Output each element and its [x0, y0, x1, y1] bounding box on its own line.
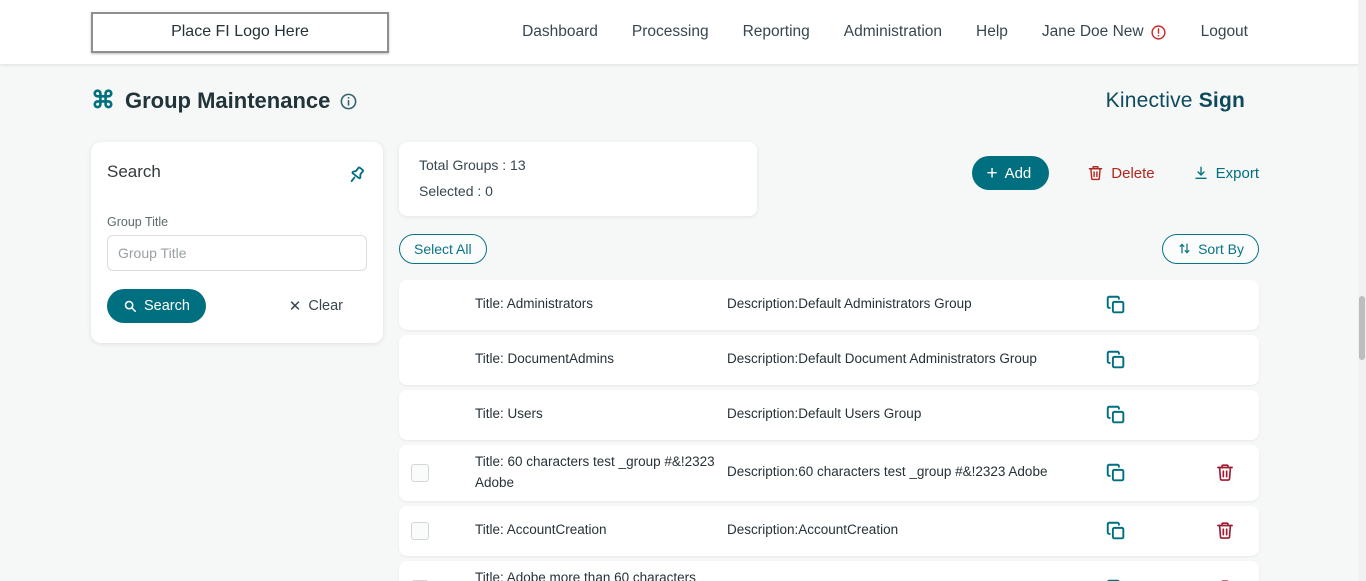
copy-icon[interactable] [1104, 462, 1128, 484]
group-title: Title: 60 characters test _group #&!2323… [475, 452, 727, 494]
nav-logout[interactable]: Logout [1201, 23, 1248, 41]
export-button-label: Export [1216, 165, 1259, 182]
row-checkbox[interactable] [411, 464, 429, 482]
copy-icon[interactable] [1104, 404, 1128, 426]
export-button[interactable]: Export [1193, 165, 1259, 182]
row-checkbox[interactable] [411, 522, 429, 540]
table-row: Title: Users Description:Default Users G… [399, 390, 1259, 440]
fi-logo-placeholder: Place FI Logo Here [91, 12, 389, 53]
select-all-button[interactable]: Select All [399, 234, 487, 264]
user-menu[interactable]: Jane Doe New [1042, 23, 1167, 41]
copy-icon[interactable] [1104, 349, 1128, 371]
copy-icon[interactable] [1104, 294, 1128, 316]
add-button[interactable]: + Add [972, 156, 1049, 190]
search-button[interactable]: Search [107, 289, 206, 323]
row-checkbox-cell [411, 522, 475, 540]
group-list: Title: Administrators Description:Defaul… [399, 280, 1259, 581]
delete-row-icon[interactable] [1213, 462, 1237, 483]
list-controls: Select All Sort By [399, 234, 1259, 264]
clear-button-label: Clear [308, 298, 343, 314]
page-header: ⌘ Group Maintenance Kinective Sign [0, 64, 1366, 114]
delete-icon [1087, 164, 1104, 182]
info-icon[interactable] [339, 92, 358, 111]
summary-card: Total Groups : 13 Selected : 0 [399, 142, 757, 216]
scrollbar-thumb[interactable] [1359, 296, 1365, 360]
copy-icon[interactable] [1104, 578, 1128, 581]
group-title: Title: DocumentAdmins [475, 349, 727, 370]
search-button-label: Search [144, 298, 190, 314]
export-icon [1193, 165, 1209, 181]
sort-by-button[interactable]: Sort By [1162, 234, 1259, 264]
group-description: Description:Default Users Group [727, 405, 1104, 424]
group-title: Title: Adobe more than 60 characters tes… [475, 568, 727, 581]
main-nav: Dashboard Processing Reporting Administr… [522, 23, 1248, 41]
group-description: Description:Default Document Administrat… [727, 350, 1104, 369]
group-title-label: Group Title [107, 215, 367, 229]
vertical-scrollbar[interactable] [1358, 0, 1366, 581]
search-panel-title: Search [107, 162, 161, 182]
delete-row-icon[interactable] [1213, 520, 1237, 541]
nav-reporting[interactable]: Reporting [743, 23, 810, 41]
toolbar-actions: + Add Delete Export [972, 156, 1259, 190]
total-groups-count: Total Groups : 13 [419, 153, 737, 179]
content-area: Search Group Title Search ✕ Clear Total … [0, 142, 1366, 581]
group-title: Title: Users [475, 404, 727, 425]
row-checkbox-cell [411, 406, 475, 424]
sort-icon [1177, 241, 1192, 256]
nav-administration[interactable]: Administration [844, 23, 942, 41]
table-row: Title: 60 characters test _group #&!2323… [399, 445, 1259, 501]
brand-name: Kinective [1106, 89, 1193, 112]
sort-by-label: Sort By [1198, 241, 1244, 257]
delete-button-label: Delete [1111, 165, 1154, 182]
nav-dashboard[interactable]: Dashboard [522, 23, 598, 41]
group-maintenance-icon: ⌘ [91, 89, 115, 113]
brand-product: Sign [1199, 89, 1245, 112]
group-list-section: Total Groups : 13 Selected : 0 + Add Del… [399, 142, 1259, 581]
brand-logo: Kinective Sign [1106, 89, 1245, 113]
table-row: Title: Administrators Description:Defaul… [399, 280, 1259, 330]
table-row: Title: Adobe more than 60 characters tes… [399, 561, 1259, 581]
group-description: Description:Default Administrators Group [727, 295, 1104, 314]
search-panel: Search Group Title Search ✕ Clear [91, 142, 383, 343]
copy-icon[interactable] [1104, 520, 1128, 542]
fi-logo-text: Place FI Logo Here [171, 23, 309, 41]
group-title-input[interactable] [107, 235, 367, 271]
table-row: Title: DocumentAdmins Description:Defaul… [399, 335, 1259, 385]
alert-icon [1150, 24, 1167, 41]
add-icon: + [986, 164, 997, 183]
group-description: Description:AccountCreation [727, 521, 1104, 540]
add-button-label: Add [1005, 165, 1032, 182]
group-title: Title: AccountCreation [475, 520, 727, 541]
nav-help[interactable]: Help [976, 23, 1008, 41]
group-title: Title: Administrators [475, 294, 727, 315]
select-all-label: Select All [414, 241, 472, 257]
top-navigation: Place FI Logo Here Dashboard Processing … [0, 0, 1366, 64]
selected-count: Selected : 0 [419, 179, 737, 205]
row-checkbox-cell [411, 464, 475, 482]
page-title: Group Maintenance [125, 88, 330, 114]
delete-button[interactable]: Delete [1087, 164, 1154, 182]
table-row: Title: AccountCreation Description:Accou… [399, 506, 1259, 556]
user-name: Jane Doe New [1042, 23, 1144, 41]
row-checkbox-cell [411, 351, 475, 369]
clear-icon: ✕ [289, 297, 302, 315]
search-icon [123, 299, 137, 313]
group-description: Description:60 characters test _group #&… [727, 463, 1104, 482]
pin-icon[interactable] [339, 158, 373, 193]
row-checkbox-cell [411, 296, 475, 314]
clear-button[interactable]: ✕ Clear [289, 297, 343, 315]
nav-processing[interactable]: Processing [632, 23, 709, 41]
